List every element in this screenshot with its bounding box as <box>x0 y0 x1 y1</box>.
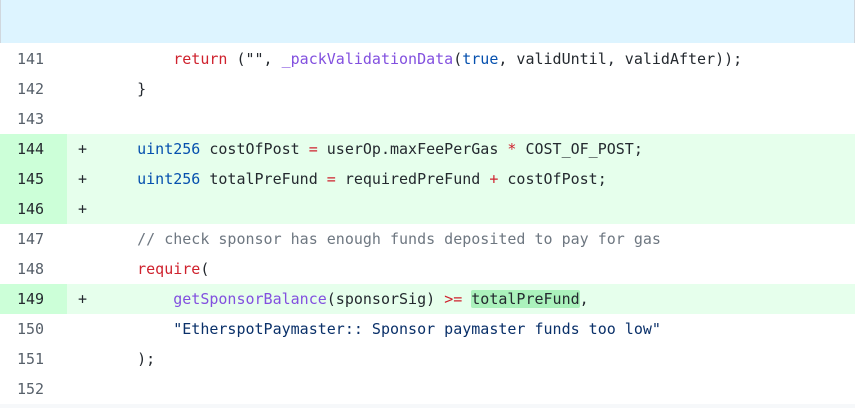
code-token: return <box>173 50 228 68</box>
code-token: } <box>101 80 147 98</box>
code-token: uint256 <box>137 170 201 188</box>
code-token: require <box>137 260 201 278</box>
code-token: totalPreFund <box>471 290 580 308</box>
line-number[interactable]: 146 <box>0 194 67 224</box>
code-token: "EtherspotPaymaster:: Sponsor paymaster … <box>173 320 661 338</box>
line-number[interactable]: 152 <box>0 374 67 404</box>
code-token: >= <box>444 290 463 308</box>
diff-marker <box>78 344 92 374</box>
diff-marker <box>78 224 92 254</box>
code-content: require( <box>101 254 209 284</box>
code-token: costOfPost; <box>498 170 607 188</box>
code-token: requiredPreFund <box>335 170 490 188</box>
diff-marker <box>78 44 92 74</box>
line-number[interactable]: 143 <box>0 104 67 134</box>
code-line: 141 return ("", _packValidationData(true… <box>0 44 855 74</box>
code-token: , <box>579 290 589 308</box>
code-line: 150 "EtherspotPaymaster:: Sponsor paymas… <box>0 314 855 344</box>
added-code-line: 144 + uint256 costOfPost = userOp.maxFeeP… <box>0 134 855 164</box>
code-content: ); <box>101 344 155 374</box>
diff-marker: + <box>78 200 88 218</box>
code-token: ( <box>453 50 463 68</box>
code-content: uint256 costOfPost = userOp.maxFeePerGas… <box>101 134 643 164</box>
code-token: , validUntil, validAfter)); <box>498 50 743 68</box>
code-line: 143 <box>0 104 855 134</box>
diff-marker: + <box>78 140 88 158</box>
code-token: true <box>462 50 499 68</box>
diff-marker <box>78 314 92 344</box>
code-token: = <box>308 140 318 158</box>
line-number[interactable]: 147 <box>0 224 67 254</box>
code-token: = <box>326 170 336 188</box>
line-number[interactable]: 142 <box>0 74 67 104</box>
code-line: 148 require( <box>0 254 855 284</box>
line-number[interactable]: 144 <box>0 134 67 164</box>
code-content: "EtherspotPaymaster:: Sponsor paymaster … <box>101 314 661 344</box>
code-token: // check sponsor has enough funds deposi… <box>137 230 661 248</box>
diff-marker: + <box>78 170 88 188</box>
code-content: return ("", _packValidationData(true, va… <box>101 44 742 74</box>
added-code-line: 149 + getSponsorBalance(sponsorSig) >= to… <box>0 284 855 314</box>
line-number[interactable]: 149 <box>0 284 67 314</box>
code-token: COST_OF_POST; <box>516 140 643 158</box>
code-content: getSponsorBalance(sponsorSig) >= totalPr… <box>101 284 589 314</box>
added-code-line: 146 + <box>0 194 855 224</box>
code-token: ); <box>101 350 156 368</box>
diff-marker <box>78 374 92 404</box>
code-token: userOp.maxFeePerGas <box>317 140 508 158</box>
line-number[interactable]: 141 <box>0 44 67 74</box>
code-token: totalPreFund <box>200 170 327 188</box>
diff-marker <box>78 104 92 134</box>
code-content: uint256 totalPreFund = requiredPreFund +… <box>101 164 607 194</box>
code-line: 147 // check sponsor has enough funds de… <box>0 224 855 254</box>
code-token: ( <box>200 260 210 278</box>
code-token: ("", <box>227 50 282 68</box>
code-token: _packValidationData <box>281 50 454 68</box>
line-number[interactable]: 151 <box>0 344 67 374</box>
added-code-line: 145 + uint256 totalPreFund = requiredPreF… <box>0 164 855 194</box>
diff-marker <box>78 254 92 284</box>
diff-view: 141 return ("", _packValidationData(true… <box>0 44 855 404</box>
code-content: } <box>101 74 146 104</box>
code-line: 152 <box>0 374 855 404</box>
diff-marker: + <box>78 290 88 308</box>
line-number[interactable]: 148 <box>0 254 67 284</box>
code-token: uint256 <box>137 140 201 158</box>
code-token: costOfPost <box>200 140 309 158</box>
code-line: 142 } <box>0 74 855 104</box>
hunk-header <box>0 0 855 43</box>
line-number[interactable]: 145 <box>0 164 67 194</box>
diff-marker <box>78 74 92 104</box>
code-content: // check sponsor has enough funds deposi… <box>101 224 661 254</box>
code-line: 151 ); <box>0 344 855 374</box>
line-number[interactable]: 150 <box>0 314 67 344</box>
diff-bottom-border <box>0 404 855 408</box>
code-token: (sponsorSig) <box>326 290 445 308</box>
code-token: getSponsorBalance <box>173 290 327 308</box>
